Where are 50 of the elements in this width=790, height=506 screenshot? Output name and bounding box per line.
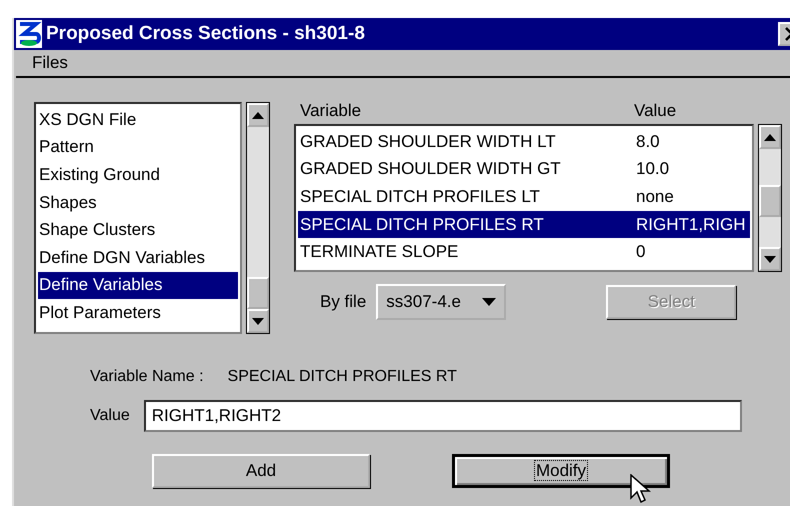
modify-button[interactable]: Modify [452,454,670,488]
list-item[interactable]: Shape Clusters [38,216,238,244]
value-label: Value [90,407,130,425]
variable-cell-text: SPECIAL DITCH PROFILES LT [299,186,541,207]
caret-icon [482,298,496,306]
list-item[interactable]: Shapes [38,188,238,216]
value-cell-text: RIGHT1,RIGH [635,214,746,235]
up-arrow-icon [252,112,264,118]
scrollbar[interactable] [246,102,270,334]
add-button[interactable]: Add [152,454,370,488]
logo-icon [16,20,42,48]
variable-cell-text: GRADED SHOULDER WIDTH GT [299,159,562,180]
by-file-label: By file [320,292,366,312]
scroll-down-button[interactable] [247,309,269,333]
variable-name-label: Variable Name : [90,368,204,386]
variable-cell-text: TERMINATE SLOPE [299,242,460,262]
value-cell-text: none [635,186,674,207]
down-arrow-icon [764,256,776,262]
variable-row[interactable]: GRADED SHOULDER WIDTH LT 8.0 [298,128,750,156]
up-arrow-icon [764,134,776,140]
down-arrow-icon [252,318,264,324]
list-item[interactable]: Pattern [38,134,238,162]
list-item[interactable]: XS DGN File [38,106,238,134]
scroll-down-button[interactable] [759,247,781,271]
list-item[interactable]: Define Variables [38,272,238,300]
variable-row[interactable]: SPECIAL DITCH PROFILES RT RIGHT1,RIGH [298,210,750,238]
variable-cell-text: SPECIAL DITCH PROFILES RT [299,214,545,235]
variable-cell-text: GRADED SHOULDER WIDTH LT [299,132,557,152]
value-cell-text: 10.0 [635,159,670,180]
value-cell-text: 0 [635,242,646,262]
variable-name-value: SPECIAL DITCH PROFILES RT [228,368,457,386]
value-cell-text: 8.0 [635,132,660,152]
file-dropdown[interactable]: ss307-4.e [376,284,506,320]
column-header: Value [634,101,676,121]
scrollbar[interactable] [758,124,782,272]
variable-row[interactable]: TERMINATE SLOPE 0 [298,238,750,266]
scroll-up-button[interactable] [759,125,781,149]
value-input[interactable]: RIGHT1,RIGHT2 [144,400,742,432]
list-item[interactable]: Existing Ground [38,161,238,189]
list-item[interactable]: Plot Parameters [38,299,238,327]
scroll-thumb[interactable] [247,277,269,309]
column-header: Variable [300,101,362,121]
scroll-up-button[interactable] [247,103,269,127]
variable-row[interactable]: GRADED SHOULDER WIDTH GT 10.0 [298,156,750,184]
window-title: Proposed Cross Sections - sh301-8 [46,23,366,45]
list-item[interactable]: Define DGN Variables [38,244,238,272]
mouse-cursor-icon [630,474,652,504]
menu-item[interactable]: Files [28,53,72,73]
variable-row[interactable]: SPECIAL DITCH PROFILES LT none [298,183,750,211]
scroll-thumb[interactable] [759,185,781,217]
